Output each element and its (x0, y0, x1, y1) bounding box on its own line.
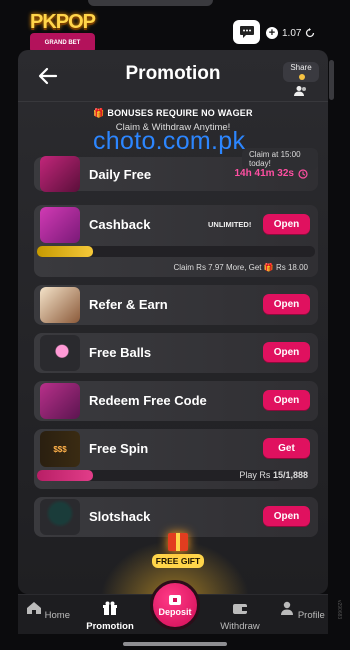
refresh-icon[interactable] (305, 28, 315, 38)
logo-text: PKPOP (30, 10, 96, 33)
hooded-figure-icon (40, 499, 80, 535)
gift-icon (168, 533, 188, 551)
cashback-card[interactable]: Cashback UNLIMITED! Open Claim Rs 7.97 M… (34, 205, 318, 277)
app-logo[interactable]: PKPOP GRAND BET (30, 10, 96, 53)
chat-icon (239, 26, 254, 38)
card-title: Daily Free (89, 167, 152, 182)
add-funds-icon[interactable]: + (266, 27, 278, 39)
top-bar: PKPOP GRAND BET + 1.07 (0, 10, 350, 53)
claim-time-note: Claim at 15:00 today! (242, 148, 318, 170)
countdown-timer: 14h 41m 32s (235, 168, 309, 179)
watermark: choto.com.pk (93, 127, 246, 155)
refer-open-button[interactable]: Open (263, 294, 310, 314)
treasure-chest-icon (40, 156, 80, 192)
unlimited-badge: UNLIMITED! (208, 220, 252, 229)
share-button[interactable]: Share (283, 62, 319, 97)
free-gift-button[interactable]: FREE GIFT (137, 533, 219, 577)
coupon-icon (40, 383, 80, 419)
deposit-label: Deposit (158, 607, 192, 617)
cashback-note: Claim Rs 7.97 More, Get 🎁 Rs 18.00 (173, 263, 309, 272)
redeem-code-card[interactable]: Redeem Free Code Open (34, 381, 318, 421)
free-balls-open-button[interactable]: Open (263, 342, 310, 362)
side-id-text: v290683 (336, 600, 342, 620)
deposit-icon (169, 595, 181, 605)
refer-earn-card[interactable]: Refer & Earn Open (34, 285, 318, 325)
tab-withdraw[interactable]: Withdraw (212, 601, 268, 632)
cat-mascot-icon (40, 287, 80, 323)
users-icon (294, 86, 306, 96)
card-title: Free Balls (89, 345, 152, 360)
progress-fill (37, 246, 93, 257)
tab-promotion[interactable]: Promotion (82, 601, 138, 632)
status-pill (88, 0, 213, 6)
ball-icon (40, 335, 80, 371)
gift-tab-icon (103, 601, 117, 615)
chat-button[interactable] (233, 20, 260, 44)
slotshack-card[interactable]: Slotshack Open (34, 497, 318, 537)
wallet-tab-icon (233, 604, 247, 614)
free-gift-label: FREE GIFT (151, 554, 205, 568)
home-indicator (123, 642, 227, 646)
share-label: Share (283, 62, 319, 82)
cashback-progress (37, 246, 315, 257)
play-progress-note: Play Rs 15/1,888 (239, 470, 308, 480)
deposit-button[interactable]: Deposit (150, 580, 200, 630)
profile-icon (281, 601, 294, 615)
free-spin-get-button[interactable]: Get (263, 438, 310, 458)
slot-reel-icon: $$$ (40, 431, 80, 467)
progress-fill (37, 470, 94, 481)
balance-display[interactable]: + 1.07 (266, 22, 315, 44)
slotshack-open-button[interactable]: Open (263, 506, 310, 526)
daily-free-card[interactable]: Claim at 15:00 today! Daily Free 14h 41m… (34, 148, 318, 192)
balance-value: 1.07 (282, 27, 302, 39)
home-icon (27, 602, 41, 614)
clock-icon (298, 168, 308, 179)
card-title: Cashback (89, 217, 151, 232)
card-title: Free Spin (89, 441, 149, 456)
redeem-open-button[interactable]: Open (263, 390, 310, 410)
scrollbar[interactable] (329, 60, 334, 100)
card-title: Redeem Free Code (89, 393, 207, 408)
free-balls-card[interactable]: Free Balls Open (34, 333, 318, 373)
cashback-open-button[interactable]: Open (263, 214, 310, 234)
gift-small-icon: 🎁 (263, 263, 274, 272)
wallet-icon (40, 207, 80, 243)
tab-home[interactable]: Home (20, 601, 76, 621)
card-title: Slotshack (89, 509, 151, 524)
tab-profile[interactable]: Profile (274, 601, 330, 621)
nav-row: Promotion Share (18, 50, 328, 102)
free-spin-card[interactable]: $$$ Free Spin Get Play Rs 15/1,888 (34, 429, 318, 489)
card-title: Refer & Earn (89, 297, 168, 312)
banner-line-1: 🎁 BONUSES REQUIRE NO WAGER (93, 108, 253, 118)
page-title: Promotion (125, 63, 221, 84)
